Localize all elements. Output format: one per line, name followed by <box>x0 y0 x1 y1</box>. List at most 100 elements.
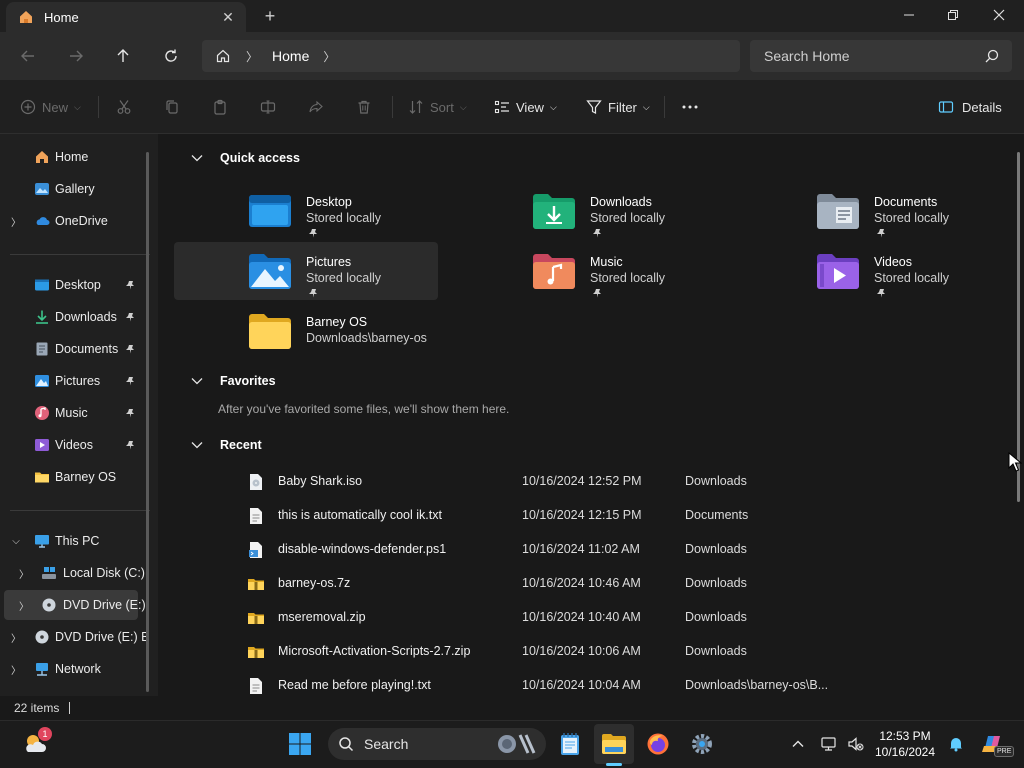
chevron-right-icon[interactable]: 〉 <box>18 598 30 613</box>
quick-access-tile-barney-os[interactable]: Barney OS Downloads\barney-os <box>174 302 438 360</box>
recent-file-location: Downloads <box>685 542 747 556</box>
search-input[interactable]: Search Home <box>764 48 984 64</box>
quick-access-tile-desktop[interactable]: Desktop Stored locally <box>174 182 438 240</box>
recent-header[interactable]: Recent <box>190 438 262 452</box>
sidebar-item-onedrive[interactable]: 〉 OneDrive <box>0 207 150 235</box>
chevron-right-icon[interactable]: 〉 <box>10 662 22 677</box>
sidebar-item-this-pc[interactable]: ⌵ This PC <box>0 527 150 555</box>
up-button[interactable] <box>105 38 141 74</box>
recent-file-location: Downloads <box>685 474 747 488</box>
sidebar-item-label: DVD Drive (E:) <box>63 598 146 612</box>
rename-button[interactable] <box>260 94 276 120</box>
close-window-button[interactable] <box>976 0 1022 30</box>
sidebar-item-videos[interactable]: Videos <box>0 431 150 459</box>
more-options-button[interactable] <box>680 94 700 120</box>
tab-home[interactable]: Home ✕ <box>6 2 246 32</box>
new-tab-button[interactable]: + <box>256 4 284 28</box>
network-status-button[interactable] <box>820 734 840 754</box>
recent-row[interactable]: this is automatically cool ik.txt 10/16/… <box>242 498 1002 532</box>
breadcrumb-chevron-icon[interactable]: 〉 <box>246 48 258 65</box>
back-button[interactable] <box>10 38 46 74</box>
sidebar-item-label: Barney OS <box>55 470 117 484</box>
taskbar-search[interactable]: Search <box>328 728 546 760</box>
cut-button[interactable] <box>116 94 132 120</box>
recent-row[interactable]: disable-windows-defender.ps1 10/16/2024 … <box>242 532 1002 566</box>
sidebar-item-home[interactable]: Home <box>0 143 150 171</box>
quick-access-tile-downloads[interactable]: Downloads Stored locally <box>458 182 722 240</box>
sidebar-item-downloads[interactable]: Downloads <box>0 303 150 331</box>
breadcrumb-chevron-icon[interactable]: 〉 <box>323 48 335 65</box>
sidebar-item-pictures[interactable]: Pictures <box>0 367 150 395</box>
volume-button[interactable] <box>846 734 866 754</box>
chevron-down-icon[interactable] <box>190 441 204 449</box>
recent-file-name: disable-windows-defender.ps1 <box>278 542 447 556</box>
system-clock[interactable]: 12:53 PM 10/16/2024 <box>866 728 944 760</box>
new-button[interactable]: New ⌵ <box>20 94 81 120</box>
taskbar-settings[interactable] <box>682 724 722 764</box>
sidebar-item-dvd-drive-b[interactable]: 〉 DVD Drive (E:) B <box>0 623 150 651</box>
refresh-button[interactable] <box>153 38 189 74</box>
view-button[interactable]: View ⌵ <box>494 94 557 120</box>
quick-access-tile-documents[interactable]: Documents Stored locally <box>742 182 1006 240</box>
quick-access-tile-pictures[interactable]: Pictures Stored locally <box>174 242 438 300</box>
close-tab-button[interactable]: ✕ <box>214 3 242 31</box>
sidebar-item-network[interactable]: 〉 Network <box>0 655 150 683</box>
chevron-right-icon[interactable]: 〉 <box>10 630 22 645</box>
trash-icon <box>358 100 370 114</box>
quick-access-tile-videos[interactable]: Videos Stored locally <box>742 242 1006 300</box>
chevron-right-icon[interactable]: 〉 <box>18 566 30 581</box>
recent-row[interactable]: mseremoval.zip 10/16/2024 10:40 AM Downl… <box>242 600 1002 634</box>
content-scrollbar[interactable] <box>1017 152 1020 502</box>
recent-row[interactable]: barney-os.7z 10/16/2024 10:46 AM Downloa… <box>242 566 1002 600</box>
restore-button[interactable] <box>930 0 976 30</box>
sidebar-item-desktop[interactable]: Desktop <box>0 271 150 299</box>
arrow-up-icon <box>117 49 129 62</box>
notifications-button[interactable] <box>946 734 966 754</box>
recent-row[interactable]: Baby Shark.iso 10/16/2024 12:52 PM Downl… <box>242 464 1002 498</box>
taskbar-firefox[interactable] <box>638 724 678 764</box>
restore-icon <box>948 10 958 20</box>
copilot-button[interactable]: PRE <box>972 724 1015 764</box>
sidebar-item-documents[interactable]: Documents <box>0 335 150 363</box>
pin-icon <box>309 289 317 298</box>
details-button[interactable]: Details <box>938 94 1002 120</box>
start-button[interactable] <box>280 724 320 764</box>
taskbar-file-explorer[interactable] <box>594 724 634 764</box>
quick-access-header[interactable]: Quick access <box>190 151 300 165</box>
chevron-down-icon[interactable] <box>190 377 204 385</box>
search-box[interactable]: Search Home <box>750 40 1012 72</box>
recent-row[interactable]: Microsoft-Activation-Scripts-2.7.zip 10/… <box>242 634 1002 668</box>
sidebar-item-gallery[interactable]: Gallery <box>0 175 150 203</box>
quick-access-tile-music[interactable]: Music Stored locally <box>458 242 722 300</box>
folder-icon <box>34 469 50 485</box>
sidebar-divider <box>10 254 150 255</box>
breadcrumb-home[interactable]: Home <box>272 48 309 64</box>
sidebar-item-local-disk[interactable]: 〉 Local Disk (C:) <box>0 559 150 587</box>
divider <box>98 96 99 118</box>
paste-button[interactable] <box>212 94 228 120</box>
chevron-down-icon[interactable] <box>190 154 204 162</box>
text-file-icon <box>250 508 262 524</box>
share-button[interactable] <box>308 94 324 120</box>
taskbar-notepad[interactable] <box>550 724 590 764</box>
weather-widget[interactable]: 1 <box>16 724 56 764</box>
sidebar-item-barney-os[interactable]: Barney OS <box>0 463 150 491</box>
firefox-icon <box>647 733 669 755</box>
forward-button[interactable] <box>58 38 94 74</box>
chevron-right-icon[interactable]: 〉 <box>10 214 22 229</box>
filter-button[interactable]: Filter ⌵ <box>586 94 650 120</box>
sort-button[interactable]: Sort ⌵ <box>408 94 467 120</box>
home-icon[interactable] <box>214 47 232 65</box>
favorites-header[interactable]: Favorites <box>190 374 276 388</box>
delete-button[interactable] <box>356 94 372 120</box>
address-bar[interactable]: 〉 Home 〉 <box>202 40 740 72</box>
favorites-empty-message: After you've favorited some files, we'll… <box>218 402 510 416</box>
copy-button[interactable] <box>164 94 180 120</box>
show-hidden-icons-button[interactable] <box>788 734 808 754</box>
minimize-button[interactable] <box>886 0 932 30</box>
gallery-icon <box>34 181 50 197</box>
chevron-down-icon[interactable]: ⌵ <box>10 536 22 547</box>
sidebar-item-music[interactable]: Music <box>0 399 150 427</box>
sidebar-item-dvd-drive[interactable]: 〉 DVD Drive (E:) <box>0 591 150 619</box>
sidebar-scrollbar[interactable] <box>146 152 149 692</box>
